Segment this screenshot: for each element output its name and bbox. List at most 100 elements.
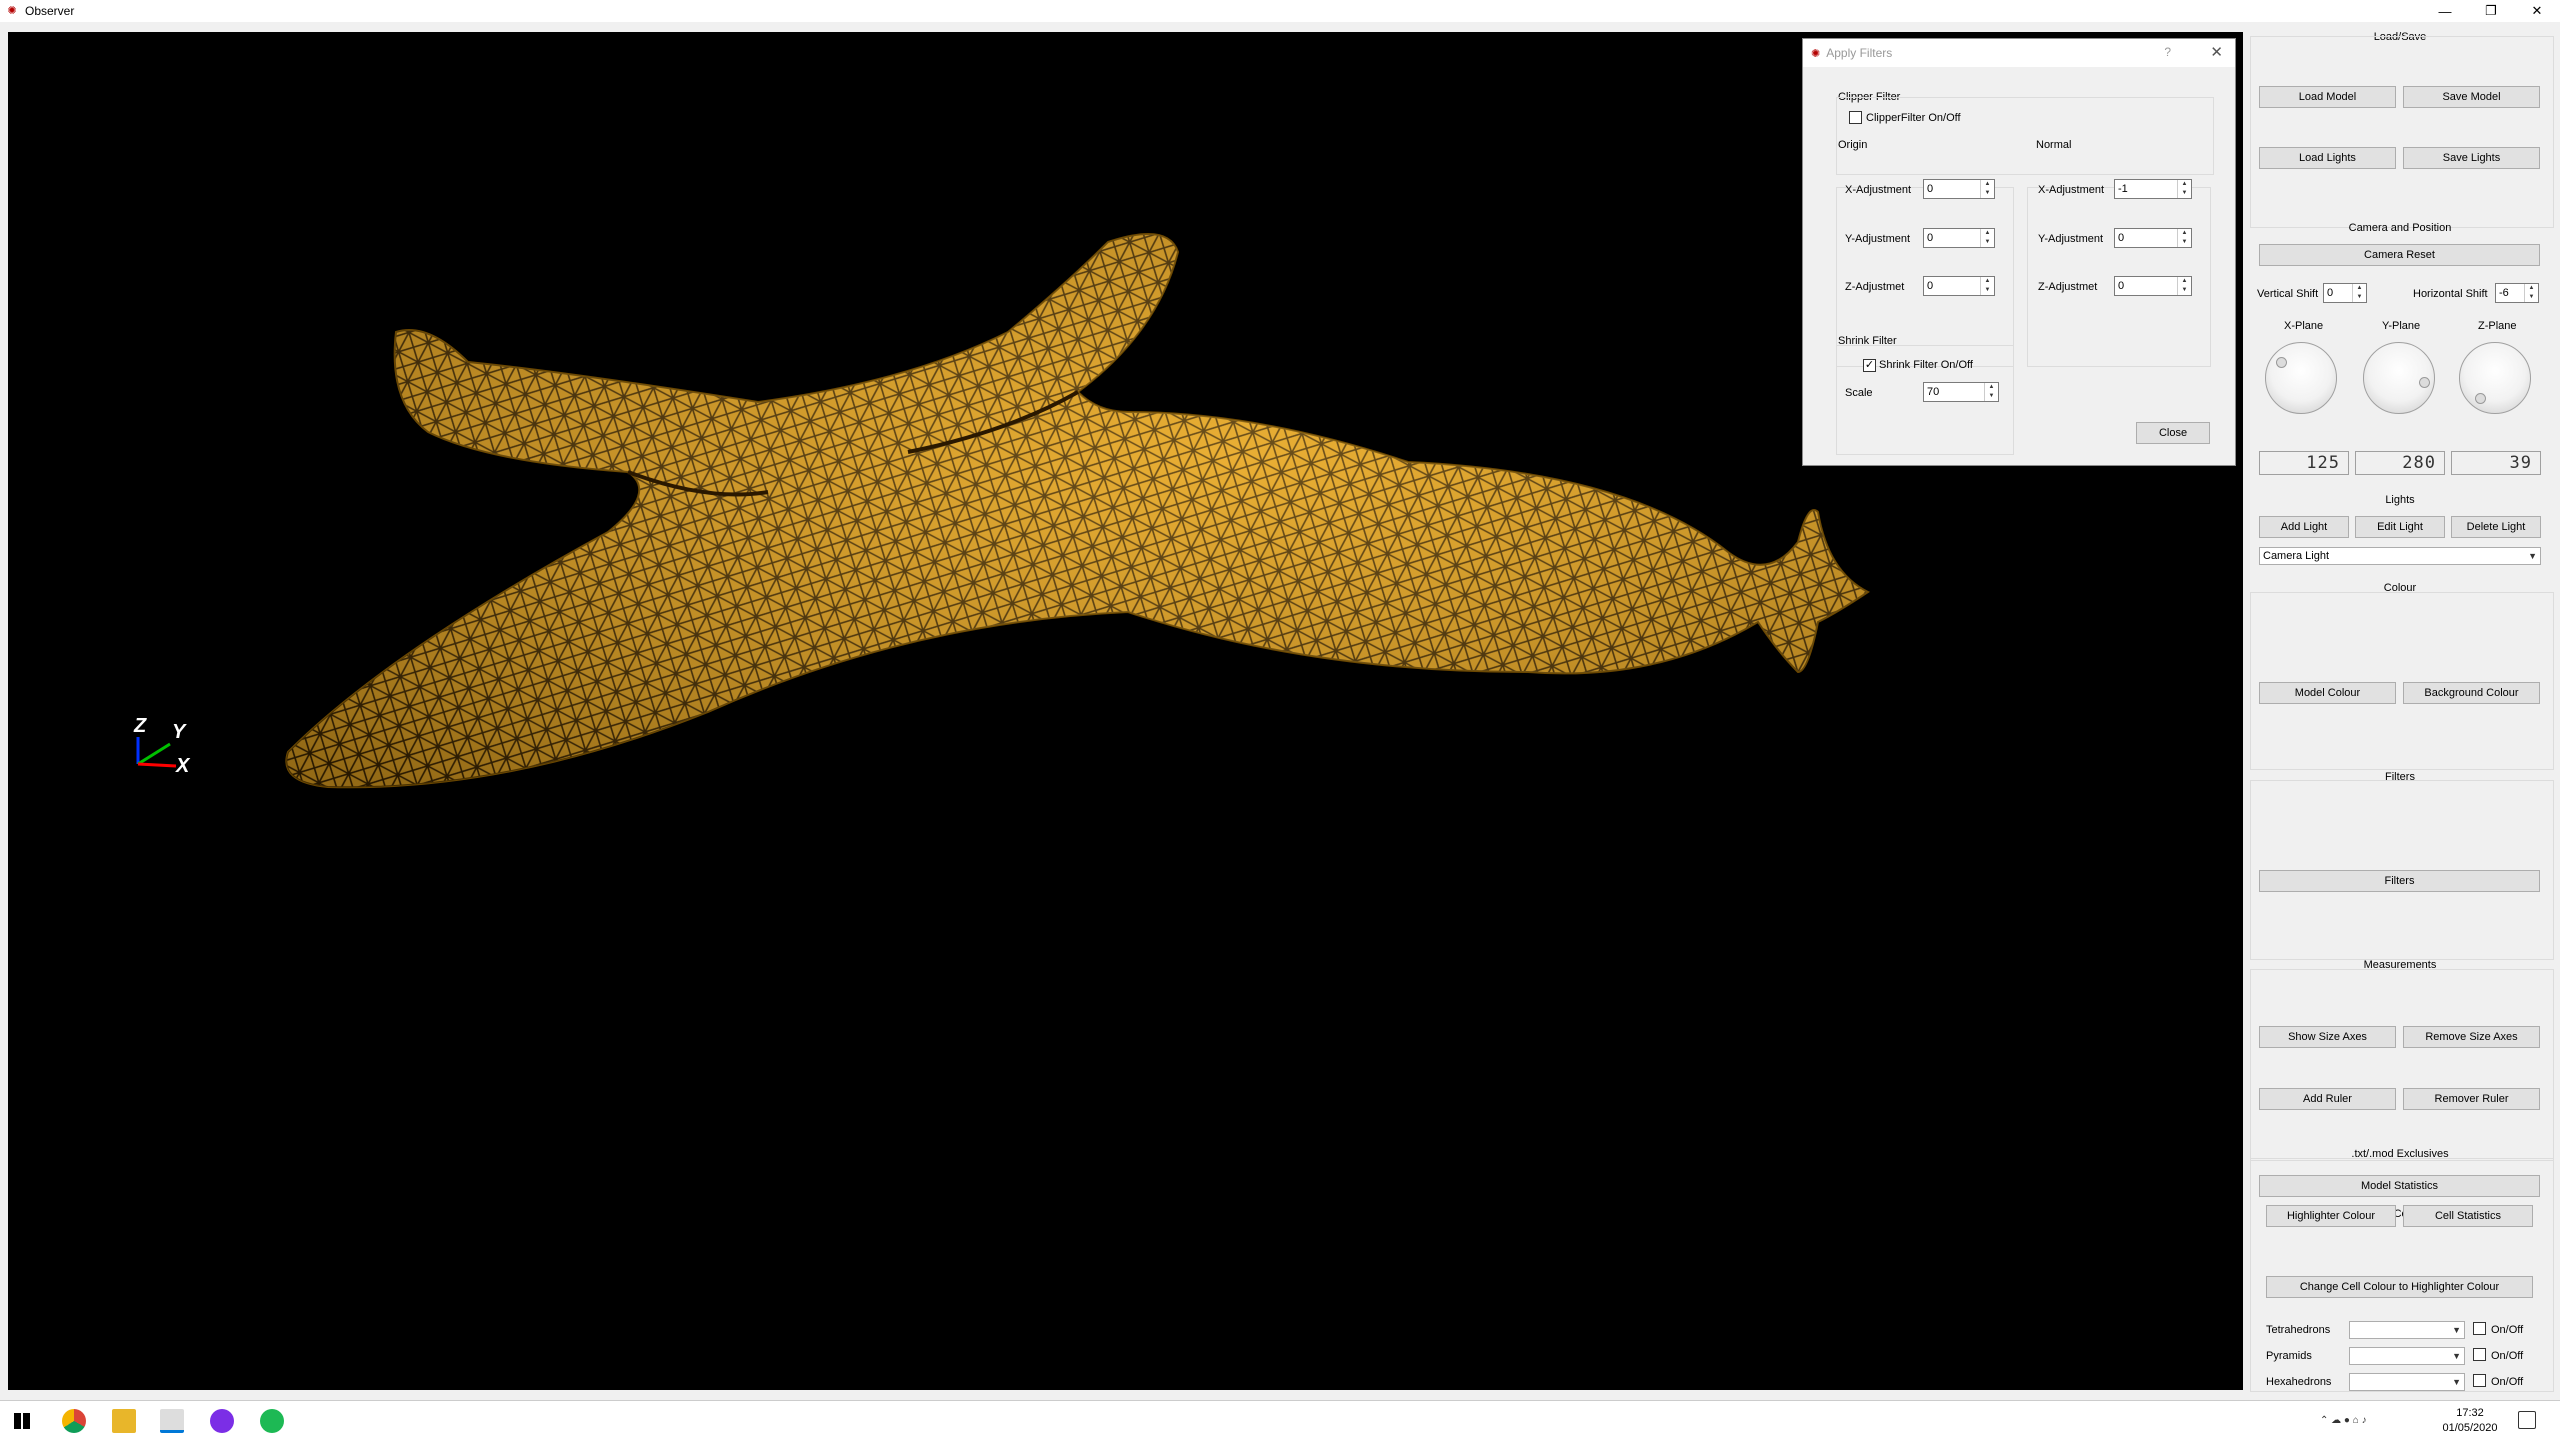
clock-time: 17:32	[2456, 1407, 2484, 1419]
remove-size-axes-button[interactable]: Remove Size Axes	[2403, 1026, 2540, 1048]
tetrahedrons-checkbox[interactable]	[2473, 1322, 2486, 1335]
hexahedrons-select[interactable]: ▼	[2349, 1373, 2465, 1391]
shrink-toggle-label: Shrink Filter On/Off	[1879, 359, 1973, 371]
help-button[interactable]: ?	[2164, 45, 2171, 59]
remove-ruler-button[interactable]: Remover Ruler	[2403, 1088, 2540, 1110]
colour-section	[2250, 592, 2554, 770]
y-plane-label: Y-Plane	[2382, 320, 2421, 332]
dialog-title: Apply Filters	[1826, 46, 1893, 60]
normal-z-spinbox[interactable]: 0 ▲ ▼	[2114, 276, 2192, 296]
model-colour-button[interactable]: Model Colour	[2259, 682, 2396, 704]
add-ruler-button[interactable]: Add Ruler	[2259, 1088, 2396, 1110]
close-window-button[interactable]: ✕	[2514, 0, 2560, 22]
edit-light-button[interactable]: Edit Light	[2355, 516, 2445, 538]
dial-knob-icon[interactable]	[2475, 393, 2486, 404]
origin-z-spinbox[interactable]: 0 ▲ ▼	[1923, 276, 1995, 296]
delete-light-button[interactable]: Delete Light	[2451, 516, 2541, 538]
app-logo-icon: ✺	[1811, 47, 1821, 60]
window-title: Observer	[25, 4, 75, 18]
y-plane-readout: 280	[2355, 451, 2445, 475]
axis-y-label: Y	[172, 721, 187, 743]
origin-x-spinbox[interactable]: 0 ▲ ▼	[1923, 179, 1995, 199]
change-cell-colour-button[interactable]: Change Cell Colour to Highlighter Colour	[2266, 1276, 2533, 1298]
background-colour-button[interactable]: Background Colour	[2403, 682, 2540, 704]
highlighter-colour-button[interactable]: Highlighter Colour	[2266, 1205, 2396, 1227]
model-statistics-button[interactable]: Model Statistics	[2259, 1175, 2540, 1197]
tetrahedrons-select[interactable]: ▼	[2349, 1321, 2465, 1339]
x-plane-label: X-Plane	[2284, 320, 2324, 332]
show-size-axes-button[interactable]: Show Size Axes	[2259, 1026, 2396, 1048]
pyramids-select[interactable]: ▼	[2349, 1347, 2465, 1365]
normal-x-spinbox[interactable]: -1 ▲ ▼	[2114, 179, 2192, 199]
spin-arrows-icon[interactable]: ▲ ▼	[1980, 180, 1994, 198]
orientation-axes: Z Y X	[133, 715, 191, 777]
hexahedrons-checkbox[interactable]	[2473, 1374, 2486, 1387]
file-explorer-icon[interactable]	[112, 1409, 136, 1433]
vertical-shift-label: Vertical Shift	[2257, 288, 2319, 300]
app-logo-icon: ✺	[7, 5, 17, 17]
system-tray-icons[interactable]: ⌃ ☁ ● ⌂ ♪	[2320, 1415, 2420, 1427]
spin-arrows-icon[interactable]: ▲ ▼	[2177, 229, 2191, 247]
filters-button[interactable]: Filters	[2259, 870, 2540, 892]
x-plane-readout: 125	[2259, 451, 2349, 475]
horizontal-shift-spinbox[interactable]: -6 ▲ ▼	[2495, 283, 2539, 303]
windows-start-icon[interactable]	[14, 1413, 30, 1429]
tetrahedrons-toggle-label: On/Off	[2491, 1324, 2524, 1336]
spin-arrows-icon[interactable]: ▲ ▼	[2352, 284, 2366, 302]
camera-reset-button[interactable]: Camera Reset	[2259, 244, 2540, 266]
normal-z-label: Z-Adjustmet	[2038, 281, 2098, 293]
minimize-button[interactable]: —	[2422, 0, 2468, 22]
observer-app-icon[interactable]	[160, 1409, 184, 1433]
load-save-section	[2250, 36, 2554, 228]
pyramids-checkbox[interactable]	[2473, 1348, 2486, 1361]
z-plane-label: Z-Plane	[2478, 320, 2517, 332]
normal-y-spinbox[interactable]: 0 ▲ ▼	[2114, 228, 2192, 248]
z-plane-dial[interactable]	[2459, 342, 2531, 414]
dial-knob-icon[interactable]	[2276, 357, 2287, 368]
chevron-down-icon: ▼	[2452, 1377, 2461, 1387]
camera-title: Camera and Position	[2348, 222, 2452, 234]
taskbar-clock[interactable]: 17:32 01/05/2020	[2430, 1406, 2510, 1436]
spin-arrows-icon[interactable]: ▲ ▼	[1984, 383, 1998, 401]
load-lights-button[interactable]: Load Lights	[2259, 147, 2396, 169]
spin-arrows-icon[interactable]: ▲ ▼	[2177, 180, 2191, 198]
normal-group-label: Normal	[2036, 139, 2072, 151]
origin-group-label: Origin	[1838, 139, 1868, 151]
clipper-checkbox[interactable]	[1849, 111, 1862, 124]
maximize-button[interactable]: ❐	[2468, 0, 2514, 22]
chevron-down-icon: ▼	[2452, 1351, 2461, 1361]
apply-filters-dialog: ✺ Apply Filters ? ✕ Clipper Filter Clipp…	[1802, 38, 2236, 466]
x-plane-dial[interactable]	[2265, 342, 2337, 414]
close-button[interactable]: Close	[2136, 422, 2210, 444]
scale-spinbox[interactable]: 70 ▲ ▼	[1923, 382, 1999, 402]
light-select[interactable]: Camera Light ▼	[2259, 547, 2541, 565]
chevron-down-icon: ▼	[2528, 551, 2537, 561]
dial-knob-icon[interactable]	[2419, 377, 2430, 388]
shrink-checkbox[interactable]: ✓	[1863, 359, 1876, 372]
load-model-button[interactable]: Load Model	[2259, 86, 2396, 108]
dialog-titlebar: ✺ Apply Filters ? ✕	[1803, 39, 2235, 67]
add-light-button[interactable]: Add Light	[2259, 516, 2349, 538]
dialog-close-icon[interactable]: ✕	[2210, 43, 2223, 61]
scale-label: Scale	[1845, 387, 1873, 399]
spin-arrows-icon[interactable]: ▲ ▼	[2524, 284, 2538, 302]
save-model-button[interactable]: Save Model	[2403, 86, 2540, 108]
chrome-icon[interactable]	[62, 1409, 86, 1433]
vertical-shift-spinbox[interactable]: 0 ▲ ▼	[2323, 283, 2367, 303]
save-lights-button[interactable]: Save Lights	[2403, 147, 2540, 169]
spin-arrows-icon[interactable]: ▲ ▼	[1980, 277, 1994, 295]
chevron-down-icon: ▼	[2452, 1325, 2461, 1335]
clock-date: 01/05/2020	[2442, 1422, 2498, 1434]
spin-arrows-icon[interactable]: ▲ ▼	[1980, 229, 1994, 247]
cell-statistics-button[interactable]: Cell Statistics	[2403, 1205, 2533, 1227]
tetrahedrons-label: Tetrahedrons	[2266, 1324, 2331, 1336]
origin-y-spinbox[interactable]: 0 ▲ ▼	[1923, 228, 1995, 248]
spin-arrows-icon[interactable]: ▲ ▼	[2177, 277, 2191, 295]
airplane-body	[285, 233, 1870, 789]
chat-app-icon[interactable]	[210, 1409, 234, 1433]
spotify-icon[interactable]	[260, 1409, 284, 1433]
y-plane-dial[interactable]	[2363, 342, 2435, 414]
notifications-icon[interactable]	[2518, 1411, 2536, 1429]
pyramids-toggle-label: On/Off	[2491, 1350, 2524, 1362]
origin-y-label: Y-Adjustment	[1845, 233, 1911, 245]
